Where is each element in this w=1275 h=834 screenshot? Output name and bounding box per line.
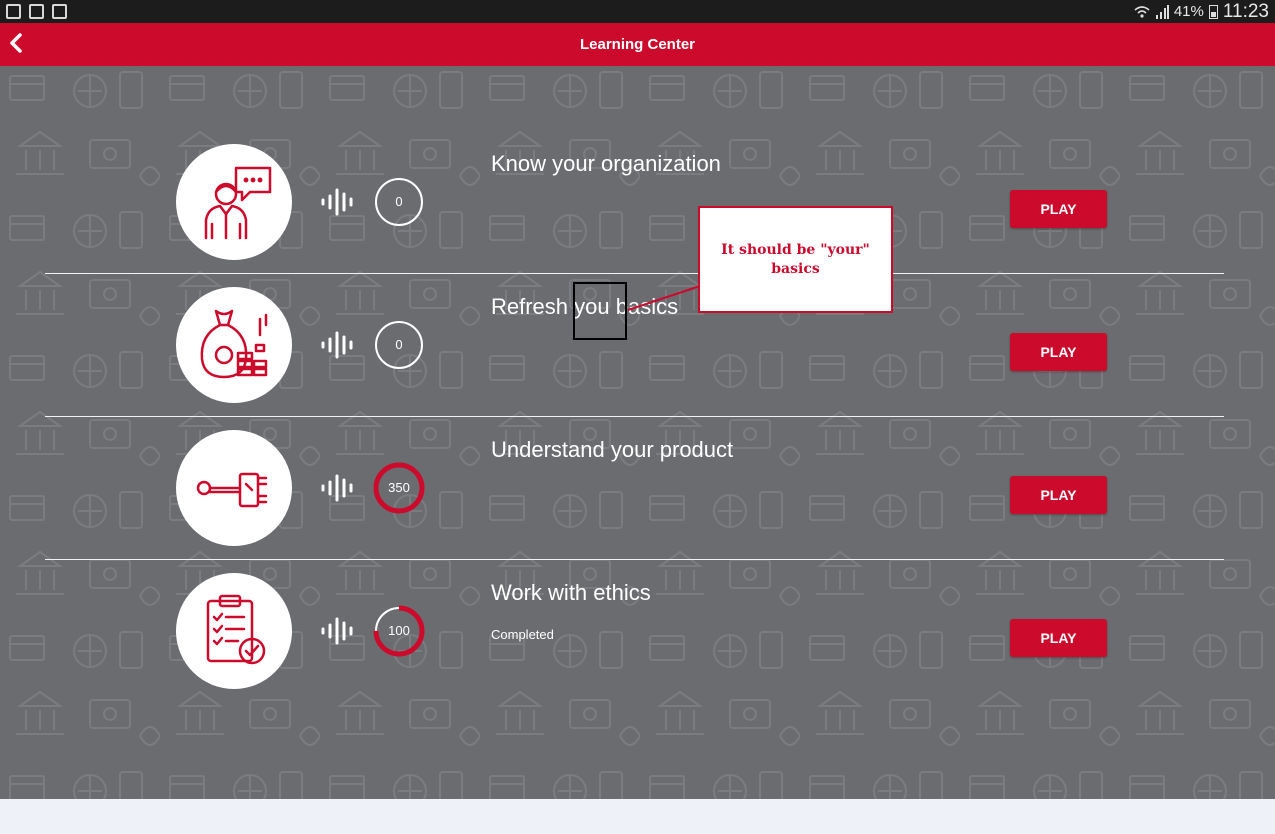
sheet-notification-icon: [52, 4, 67, 19]
annotation-callout: It should be "your" basics: [698, 206, 893, 313]
notification-icons: [6, 4, 67, 19]
annotation-arrow: [627, 285, 701, 311]
chevron-left-icon: [10, 33, 22, 53]
device-notification-icon: [29, 4, 44, 19]
signal-icon: [1155, 4, 1169, 19]
battery-icon: [1208, 4, 1218, 19]
battery-percent: 41%: [1173, 3, 1204, 20]
bottom-strip: [0, 799, 1275, 834]
gallery-notification-icon: [6, 4, 21, 19]
clock: 11:23: [1222, 0, 1269, 22]
app-bar: Learning Center: [0, 23, 1275, 66]
page-title: Learning Center: [579, 36, 696, 53]
status-bar: 41% 11:23: [0, 0, 1275, 23]
wifi-icon: [1134, 5, 1150, 18]
back-button[interactable]: [3, 29, 33, 59]
lesson-list: 0 Know your organization PLAY 0 Refresh …: [0, 66, 1275, 799]
